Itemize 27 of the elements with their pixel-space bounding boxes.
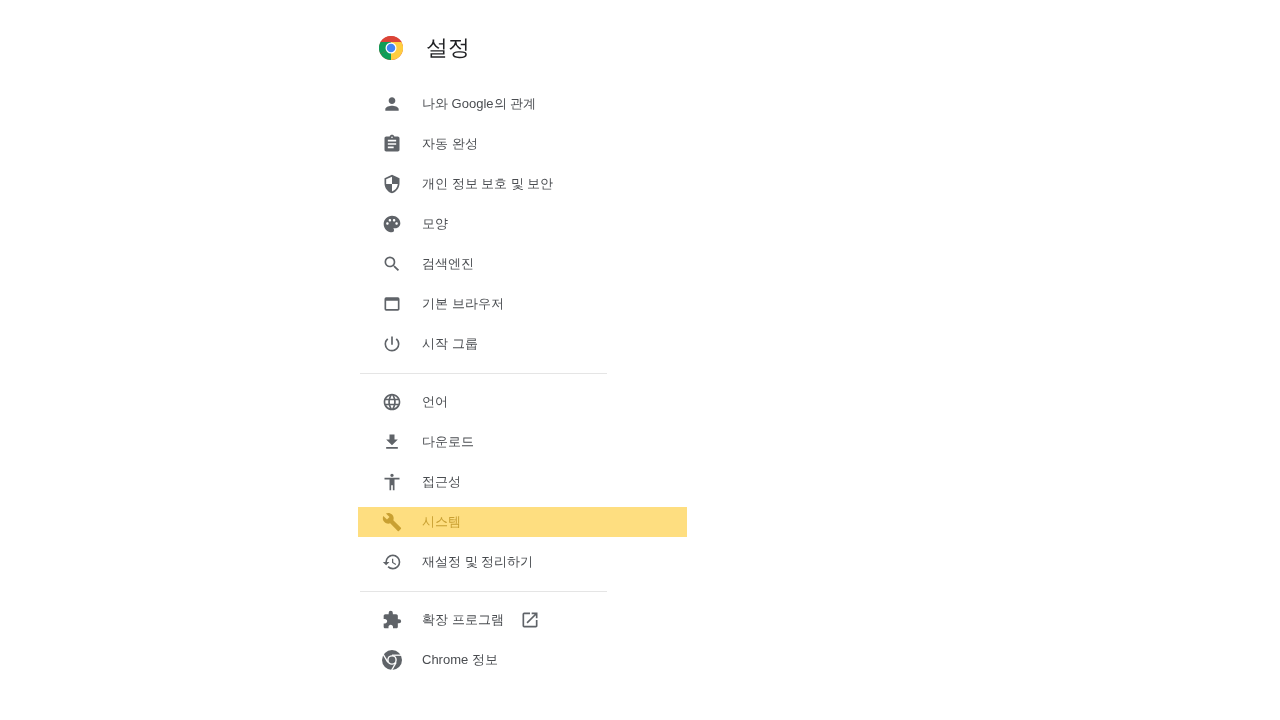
menu-item[interactable]: 나와 Google의 관계 — [358, 89, 687, 119]
globe-icon — [382, 392, 402, 412]
accessibility-icon — [382, 472, 402, 492]
wrench-icon — [382, 512, 402, 532]
puzzle-icon — [382, 610, 402, 630]
page-title: 설정 — [426, 37, 470, 59]
menu-item[interactable]: 재설정 및 정리하기 — [358, 547, 687, 577]
circle-logo-icon — [382, 650, 402, 670]
browser-window-icon — [382, 294, 402, 314]
menu-item[interactable]: 확장 프로그램 — [358, 605, 687, 635]
menu-item[interactable]: 시작 그룹 — [358, 329, 687, 359]
menu-item[interactable]: 언어 — [358, 387, 687, 417]
menu-item[interactable]: 자동 완성 — [358, 129, 687, 159]
menu-item[interactable]: 검색엔진 — [358, 249, 687, 279]
menu-item[interactable]: 모양 — [358, 209, 687, 239]
search-icon — [382, 254, 402, 274]
shield-icon — [382, 174, 402, 194]
app-logo-icon — [379, 36, 403, 60]
palette-icon — [382, 214, 402, 234]
power-icon — [382, 334, 402, 354]
history-icon — [382, 552, 402, 572]
menu-item[interactable]: 기본 브라우저 — [358, 289, 687, 319]
menu-item[interactable]: 다운로드 — [358, 427, 687, 457]
menu-item[interactable]: Chrome 정보 — [358, 645, 687, 675]
menu-item[interactable]: 개인 정보 보호 및 보안 — [358, 169, 687, 199]
menu-item[interactable]: 접근성 — [358, 467, 687, 497]
clipboard-icon — [382, 134, 402, 154]
